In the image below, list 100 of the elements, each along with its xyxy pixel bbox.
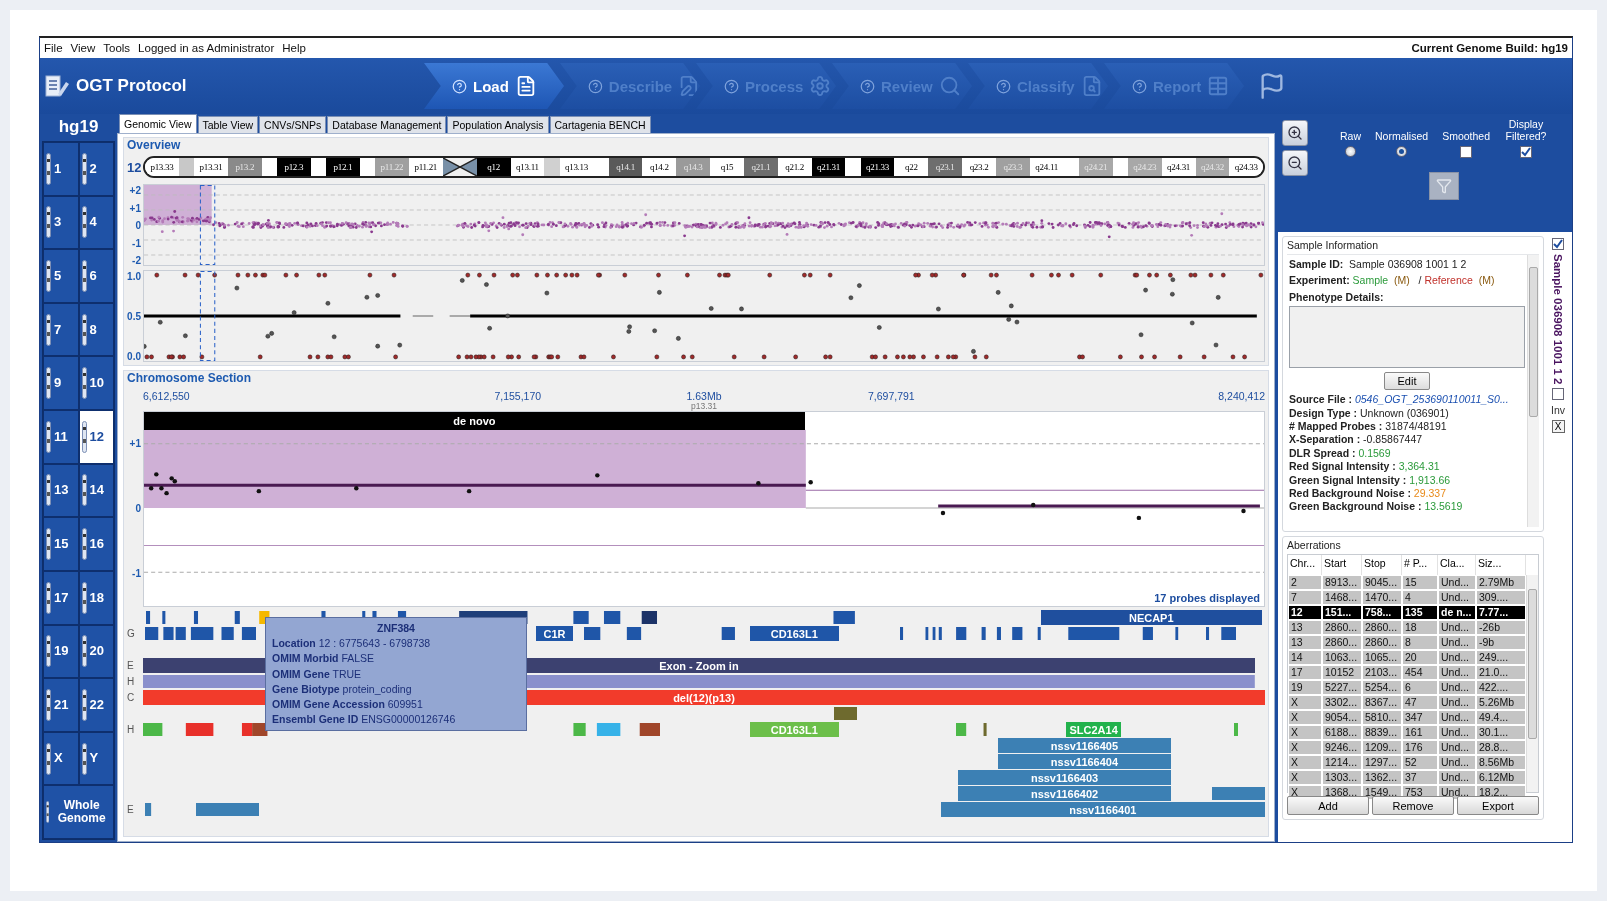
phenotype-field[interactable]: [1289, 306, 1525, 369]
chromosome-button[interactable]: 17: [43, 570, 79, 625]
chromosome-band: p12.1: [325, 158, 360, 176]
close-button[interactable]: X: [1551, 420, 1565, 434]
table-row[interactable]: 2 8913... 9045... 15 Und... 2.79Mb: [1288, 575, 1526, 590]
table-row[interactable]: 7 1468... 1470... 4 Und... 309....: [1288, 590, 1526, 605]
chromosome-button[interactable]: 9: [43, 356, 79, 411]
column-header[interactable]: Siz...: [1476, 555, 1526, 575]
chromosome-button[interactable]: 7: [43, 302, 79, 357]
chromosome-button[interactable]: 2: [78, 142, 114, 196]
chromosome-button[interactable]: 22: [78, 678, 114, 732]
table-cell: 9054...: [1322, 710, 1362, 725]
table-row[interactable]: 14 1063... 1065... 20 Und... 249....: [1288, 650, 1526, 665]
table-row[interactable]: X 9246... 1209... 176 Und... 28.8...: [1288, 740, 1526, 755]
table-cell: 30.1...: [1476, 725, 1526, 740]
chromosome-band: p11.22: [375, 158, 409, 176]
chromosome-button[interactable]: 5: [43, 249, 79, 303]
checkbox[interactable]: [1552, 238, 1564, 250]
action-button[interactable]: Export: [1457, 796, 1539, 815]
chromosome-button[interactable]: 10: [78, 356, 114, 411]
table-cell: 8.56Mb: [1476, 755, 1526, 770]
chromosome-icon: [46, 742, 51, 775]
column-header[interactable]: Start: [1322, 555, 1362, 575]
edit-button[interactable]: Edit: [1384, 372, 1430, 391]
action-button[interactable]: Remove: [1372, 796, 1454, 815]
table-cell: Und...: [1438, 650, 1476, 665]
column-header[interactable]: # P...: [1402, 555, 1438, 575]
view-tab[interactable]: Database Management: [327, 116, 447, 133]
table-cell: 422....: [1476, 680, 1526, 695]
table-row[interactable]: X 6188... 8839... 161 Und... 30.1...: [1288, 725, 1526, 740]
chromosome-button[interactable]: 6: [78, 249, 114, 303]
menu-item[interactable]: Help: [282, 42, 306, 54]
column-header[interactable]: Chr...: [1288, 555, 1322, 575]
track-feature: NECAP1: [1040, 610, 1262, 625]
axis-position-label: 7,697,791: [868, 390, 915, 402]
view-tab[interactable]: CNVs/SNPs: [259, 116, 327, 133]
table-row[interactable]: 12 151... 758... 135 de n... 7.77...: [1288, 605, 1526, 620]
radio-button[interactable]: [1396, 146, 1408, 157]
view-tab[interactable]: Genomic View: [119, 114, 197, 133]
chromosome-band: q14.3: [676, 158, 711, 176]
chromosome-button[interactable]: 19: [43, 624, 79, 679]
axis-tick-label: 1.0: [127, 272, 141, 282]
table-row[interactable]: X 9054... 5810... 347 Und... 49.4...: [1288, 710, 1526, 725]
table-row[interactable]: X 3302... 8367... 47 Und... 5.26Mb: [1288, 695, 1526, 710]
chromosome-band: q24.31: [1161, 158, 1196, 176]
table-cell: 758...: [1362, 605, 1402, 620]
table-row[interactable]: X 1214... 1297... 52 Und... 8.56Mb: [1288, 755, 1526, 770]
zoom-out-button[interactable]: [1282, 150, 1308, 176]
axis-tick-label: 0.0: [127, 352, 141, 362]
menu-item[interactable]: Logged in as Administrator: [138, 42, 275, 54]
view-tab[interactable]: Cartagenia BENCH: [549, 116, 651, 133]
chromosome-button[interactable]: 8: [78, 302, 114, 357]
chromosome-button[interactable]: 13: [43, 463, 79, 518]
chromosome-button[interactable]: X: [43, 731, 79, 786]
gene-marks-drawing: [1234, 723, 1239, 736]
call-bar: de novo: [144, 412, 805, 430]
app-title: OGT Protocol: [76, 76, 187, 96]
chromosome-button[interactable]: 14: [78, 463, 114, 518]
view-tab[interactable]: Population Analysis: [447, 116, 549, 133]
menu-item[interactable]: View: [70, 42, 96, 54]
chromosome-button[interactable]: Whole Genome: [43, 785, 114, 839]
checkbox[interactable]: [1460, 146, 1473, 158]
table-row[interactable]: 17 10152 2103... 454 Und... 21.0...: [1288, 665, 1526, 680]
chromosome-button[interactable]: 18: [78, 570, 114, 625]
table-cell: 8: [1402, 635, 1438, 650]
checkbox[interactable]: [1520, 146, 1532, 158]
workflow-step[interactable]: Load: [424, 63, 564, 109]
table-row[interactable]: 19 5227... 5254... 6 Und... 422....: [1288, 680, 1526, 695]
table-row[interactable]: X 1303... 1362... 37 Und... 6.12Mb: [1288, 770, 1526, 785]
menu-item[interactable]: File: [44, 42, 63, 54]
table-cell: 5.26Mb: [1476, 695, 1526, 710]
chromosome-button[interactable]: 1: [43, 142, 79, 196]
view-tab[interactable]: Table View: [197, 116, 259, 133]
table-row[interactable]: 13 2860... 2860... 18 Und... -26b: [1288, 620, 1526, 635]
chromosome-button[interactable]: 20: [78, 624, 114, 679]
column-header[interactable]: Stop: [1362, 555, 1402, 575]
table-cell: 2860...: [1362, 620, 1402, 635]
chromosome-button[interactable]: Y: [78, 731, 114, 786]
table-cell: X: [1288, 710, 1322, 725]
chromosome-button[interactable]: 15: [43, 517, 79, 571]
chromosome-band: q14.2: [642, 158, 677, 176]
checkbox[interactable]: [1552, 388, 1564, 401]
chromosome-button[interactable]: 3: [43, 195, 79, 250]
chromosome-band: q12: [476, 158, 511, 176]
chromosome-button[interactable]: 4: [78, 195, 114, 250]
table-cell: 52: [1402, 755, 1438, 770]
menu-item[interactable]: Tools: [103, 42, 131, 54]
axis-tick-label: -1: [132, 569, 141, 579]
chromosome-button[interactable]: 11: [43, 410, 79, 464]
chromosome-button[interactable]: 12: [78, 410, 114, 464]
table-cell: 21.0...: [1476, 665, 1526, 680]
chromosome-button[interactable]: 16: [78, 517, 114, 571]
zoom-in-button[interactable]: [1282, 120, 1308, 146]
column-header[interactable]: Cla...: [1438, 555, 1476, 575]
table-row[interactable]: 13 2860... 2860... 8 Und... -9b: [1288, 635, 1526, 650]
chromosome-button[interactable]: 21: [43, 678, 79, 732]
action-button[interactable]: Add: [1287, 796, 1369, 815]
option-label: Smoothed: [1442, 129, 1490, 142]
radio-button[interactable]: [1345, 146, 1356, 157]
table-cell: 14: [1288, 650, 1322, 665]
